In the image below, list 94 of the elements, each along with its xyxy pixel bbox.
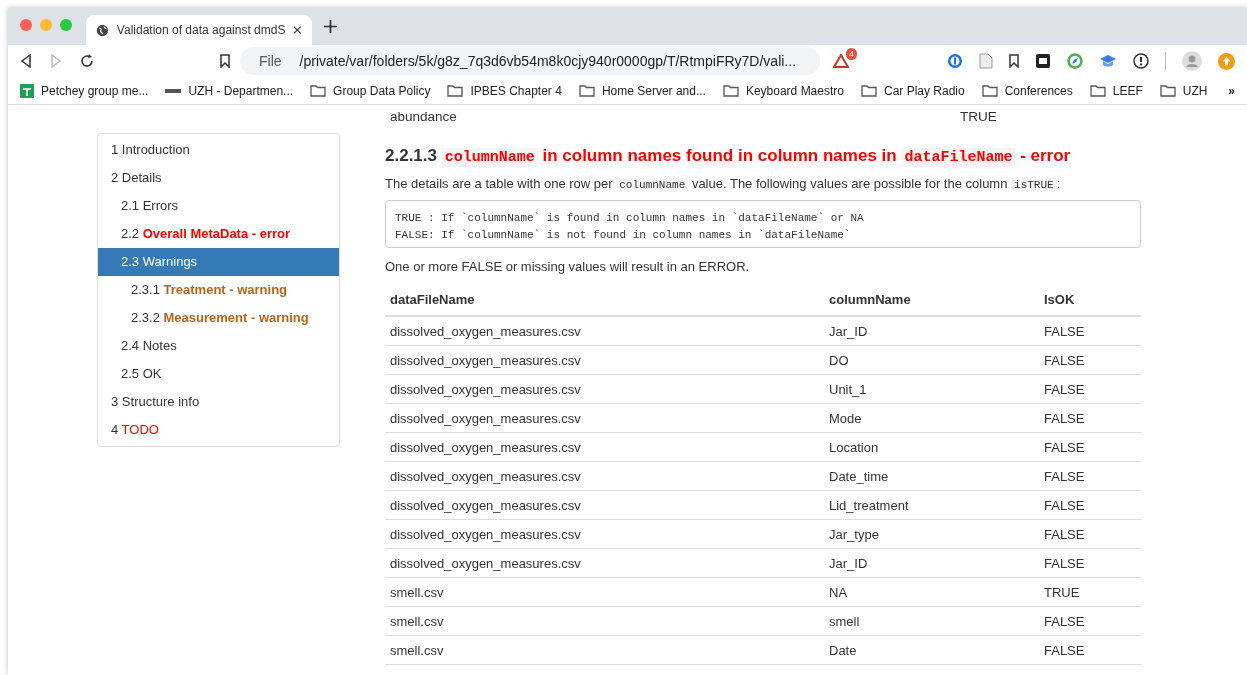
table-cell: Jar_ID bbox=[824, 548, 1039, 578]
folder-icon bbox=[310, 84, 327, 97]
table-cell: FALSE bbox=[1039, 461, 1141, 491]
globe-icon bbox=[96, 22, 109, 38]
table-cell: Jar_type bbox=[824, 519, 1039, 549]
bookmark-icon[interactable] bbox=[1009, 54, 1019, 68]
close-window-button[interactable] bbox=[20, 18, 32, 31]
toc-item[interactable]: 2.1 Errors bbox=[98, 192, 339, 220]
toc-item[interactable]: 2.3 Warnings bbox=[98, 248, 339, 276]
reload-icon[interactable] bbox=[80, 54, 94, 68]
table-cell: dissolved_oxygen_measures.csv bbox=[385, 461, 824, 491]
table-cell: dissolved_oxygen_measures.csv bbox=[385, 403, 824, 433]
table-cell: FALSE bbox=[1039, 490, 1141, 520]
table-cell: DO bbox=[824, 345, 1039, 375]
toc-item[interactable]: 2.5 OK bbox=[98, 360, 339, 388]
browser-tab[interactable]: Validation of data against dmdS bbox=[86, 15, 312, 45]
toc-item[interactable]: 2.3.1 Treatment - warning bbox=[98, 276, 339, 304]
bookmark-item[interactable]: Keyboard Maestro bbox=[722, 83, 844, 98]
folder-icon bbox=[1159, 84, 1176, 97]
table-cell: smell.csv bbox=[385, 606, 824, 636]
toc-item[interactable]: 2.4 Notes bbox=[98, 332, 339, 360]
table-cell: Jar_ID bbox=[824, 316, 1039, 346]
table-cell: Unit_1 bbox=[824, 374, 1039, 404]
printer-icon[interactable] bbox=[1035, 53, 1051, 69]
toc-item[interactable]: 4 TODO bbox=[98, 416, 339, 444]
table-cell: TRUE bbox=[1039, 577, 1141, 607]
table-cell: TRUE bbox=[960, 109, 997, 124]
triangle-icon[interactable] bbox=[833, 54, 850, 68]
table-cell: dissolved_oxygen_measures.csv bbox=[385, 432, 824, 462]
table-cell: Location bbox=[824, 432, 1039, 462]
bookmark-item[interactable]: UZH - Departmen... bbox=[165, 83, 294, 98]
table-cell: NA bbox=[824, 577, 1039, 607]
description-text: The details are a table with one row per columnName value. The following values are possible for the column isTRUE : bbox=[385, 176, 1062, 191]
folder-icon bbox=[861, 84, 877, 97]
close-icon[interactable] bbox=[293, 25, 302, 35]
password-icon[interactable] bbox=[947, 53, 963, 69]
bookmark-item[interactable]: Car Play Radio bbox=[861, 83, 965, 98]
folder-icon bbox=[447, 84, 464, 97]
new-tab-icon[interactable] bbox=[324, 20, 337, 33]
toc-item[interactable]: 1 Introduction bbox=[98, 136, 339, 164]
back-icon[interactable] bbox=[20, 54, 32, 68]
table-cell: FALSE bbox=[1039, 345, 1141, 375]
code-block: TRUE : If `columnName` is found in column names in `dataFileName` or NA FALSE: If `columnName` is not found in column names in `dataFileName` bbox=[385, 200, 1141, 248]
folder-icon bbox=[981, 84, 998, 97]
table-cell: smell.csv bbox=[385, 635, 824, 665]
folder-icon bbox=[578, 84, 595, 97]
table-cell: FALSE bbox=[1039, 519, 1141, 549]
notification-badge: 4 bbox=[846, 48, 858, 60]
more-bookmarks-button[interactable]: » bbox=[1228, 83, 1235, 98]
table-cell: Mode bbox=[824, 403, 1039, 433]
table-cell: FALSE bbox=[1039, 548, 1141, 578]
table-cell: dissolved_oxygen_measures.csv bbox=[385, 345, 824, 375]
spreadsheet-icon bbox=[20, 83, 34, 98]
note-text: One or more FALSE or missing values will result in an ERROR. bbox=[385, 259, 751, 274]
toc-item[interactable]: 2.2 Overall MetaData - error bbox=[98, 220, 339, 248]
toc-item[interactable]: 2.3.2 Measurement - warning bbox=[98, 304, 339, 332]
folder-icon bbox=[1089, 84, 1106, 97]
tab-title: Validation of data against dmdS bbox=[116, 23, 286, 37]
toc-item[interactable]: 3 Structure info bbox=[98, 388, 339, 416]
profile-avatar-icon[interactable] bbox=[1182, 51, 1202, 71]
table-cell: FALSE bbox=[1039, 403, 1141, 433]
bookmark-item[interactable]: Home Server and... bbox=[578, 83, 706, 98]
table-cell: dissolved_oxygen_measures.csv bbox=[385, 519, 824, 549]
bookmark-item[interactable]: IPBES Chapter 4 bbox=[447, 83, 562, 98]
table-cell: Lid_treatment bbox=[824, 490, 1039, 520]
bookmark-item[interactable]: LEEF bbox=[1089, 83, 1143, 98]
toc-item[interactable]: 2 Details bbox=[98, 164, 339, 192]
table-cell: smell.csv bbox=[385, 577, 824, 607]
column-header: IsOK bbox=[1039, 286, 1141, 316]
table-cell: dissolved_oxygen_measures.csv bbox=[385, 490, 824, 520]
section-heading: 2.2.1.3 columnName in column names found in column names in dataFileName - error bbox=[385, 146, 1072, 166]
table-cell: smell bbox=[824, 606, 1039, 636]
table-cell: FALSE bbox=[1039, 374, 1141, 404]
table-cell: dissolved_oxygen_measures.csv bbox=[385, 548, 824, 578]
table-cell: dissolved_oxygen_measures.csv bbox=[385, 316, 824, 346]
table-cell: Date_time bbox=[824, 461, 1039, 491]
graduation-cap-icon[interactable] bbox=[1099, 54, 1117, 68]
table-cell: FALSE bbox=[1039, 316, 1141, 346]
bookmark-item[interactable]: Group Data Policy bbox=[310, 83, 431, 98]
bookmark-icon[interactable] bbox=[220, 54, 230, 68]
column-header: dataFileName bbox=[385, 286, 824, 316]
column-header: columnName bbox=[824, 286, 1039, 316]
table-cell: FALSE bbox=[1039, 606, 1141, 636]
folder-icon bbox=[722, 84, 739, 97]
table-cell-text: abundance bbox=[390, 109, 458, 124]
table-cell: FALSE bbox=[1039, 432, 1141, 462]
bookmark-item[interactable]: Petchey group me... bbox=[20, 83, 149, 98]
table-cell: dissolved_oxygen_measures.csv bbox=[385, 374, 824, 404]
alert-circle-icon[interactable] bbox=[1133, 53, 1149, 69]
table-cell: Date bbox=[824, 635, 1039, 665]
bookmark-item[interactable]: Conferences bbox=[981, 83, 1073, 98]
table-cell: FALSE bbox=[1039, 635, 1141, 665]
compass-icon[interactable] bbox=[1067, 53, 1083, 69]
bookmark-item[interactable]: UZH bbox=[1159, 83, 1208, 98]
